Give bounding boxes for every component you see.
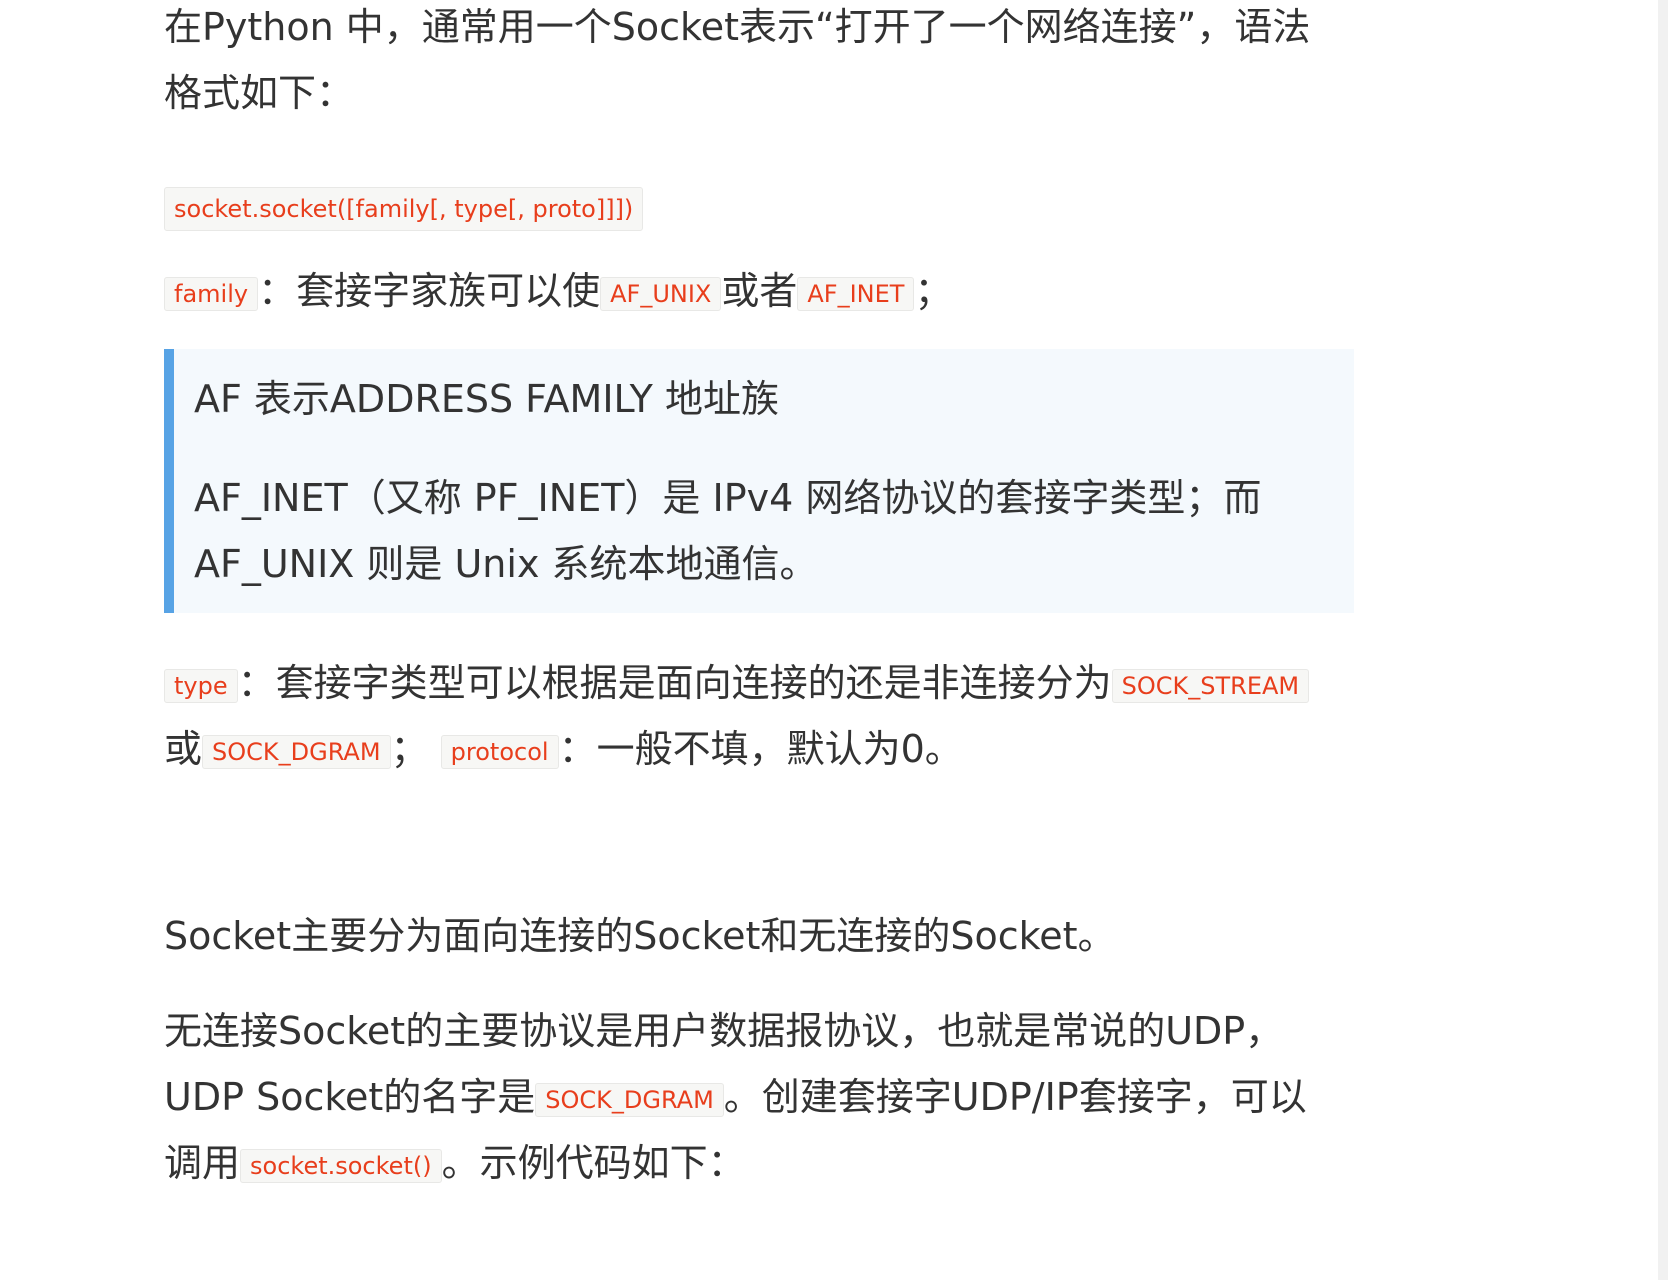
type-text-3: ； — [390, 727, 429, 771]
blockquote-paragraph-2: AF_INET（又称 PF_INET）是 IPv4 网络协议的套接字类型；而 AF… — [194, 465, 1324, 597]
udp-text-5: 。示例代码如下： — [441, 1141, 746, 1185]
udp-text-2: UDP Socket的名字是 — [164, 1075, 536, 1119]
family-text-3: ； — [914, 269, 953, 313]
intro-line-1: 在Python 中，通常用一个Socket表示“打开了一个网络连接”，语法 — [164, 5, 1311, 49]
code-sock-stream: SOCK_STREAM — [1111, 669, 1310, 703]
blockquote-paragraph-1: AF 表示ADDRESS FAMILY 地址族 — [194, 377, 779, 421]
blockquote-p2-line-2: AF_UNIX 则是 Unix 系统本地通信。 — [194, 542, 818, 586]
code-af-unix: AF_UNIX — [600, 277, 722, 311]
udp-paragraph: 无连接Socket的主要协议是用户数据报协议，也就是常说的UDP， UDP Soc… — [164, 998, 1354, 1196]
blockquote-p2-line-1: AF_INET（又称 PF_INET）是 IPv4 网络协议的套接字类型；而 — [194, 476, 1262, 520]
vertical-scrollbar[interactable] — [1658, 0, 1668, 1280]
code-udp-sock-dgram: SOCK_DGRAM — [535, 1083, 724, 1117]
udp-text-3: 。创建套接字UDP/IP套接字，可以 — [723, 1075, 1307, 1119]
code-type: type — [164, 669, 238, 703]
type-text-1: ：套接字类型可以根据是面向连接的还是非连接分为 — [237, 661, 1112, 705]
family-paragraph: family ：套接字家族可以使 AF_UNIX 或者 AF_INET； — [164, 258, 1354, 324]
syntax-code: socket.socket([family[, type[, proto]]]) — [164, 187, 644, 231]
family-text-1: ：套接字家族可以使 — [258, 269, 601, 313]
code-protocol: protocol — [440, 735, 559, 769]
socket-types-paragraph: Socket主要分为面向连接的Socket和无连接的Socket。 — [164, 914, 1116, 958]
udp-text-1: 无连接Socket的主要协议是用户数据报协议，也就是常说的UDP， — [164, 1009, 1284, 1053]
type-text-4: ：一般不填，默认为0。 — [558, 727, 963, 771]
type-paragraph: type ：套接字类型可以根据是面向连接的还是非连接分为 SOCK_STREAM 或 S… — [164, 650, 1354, 782]
udp-text-4: 调用 — [164, 1141, 241, 1185]
code-sock-dgram: SOCK_DGRAM — [202, 735, 391, 769]
code-socket-call: socket.socket() — [240, 1149, 442, 1183]
code-family: family — [164, 277, 259, 311]
type-text-2: 或 — [164, 727, 203, 771]
family-text-2: 或者 — [721, 269, 798, 313]
intro-line-2: 格式如下： — [164, 71, 355, 115]
syntax-paragraph: socket.socket([family[, type[, proto]]]) — [164, 171, 644, 237]
intro-paragraph: 在Python 中，通常用一个Socket表示“打开了一个网络连接”，语法 格式如… — [164, 0, 1354, 126]
code-af-inet: AF_INET — [797, 277, 915, 311]
